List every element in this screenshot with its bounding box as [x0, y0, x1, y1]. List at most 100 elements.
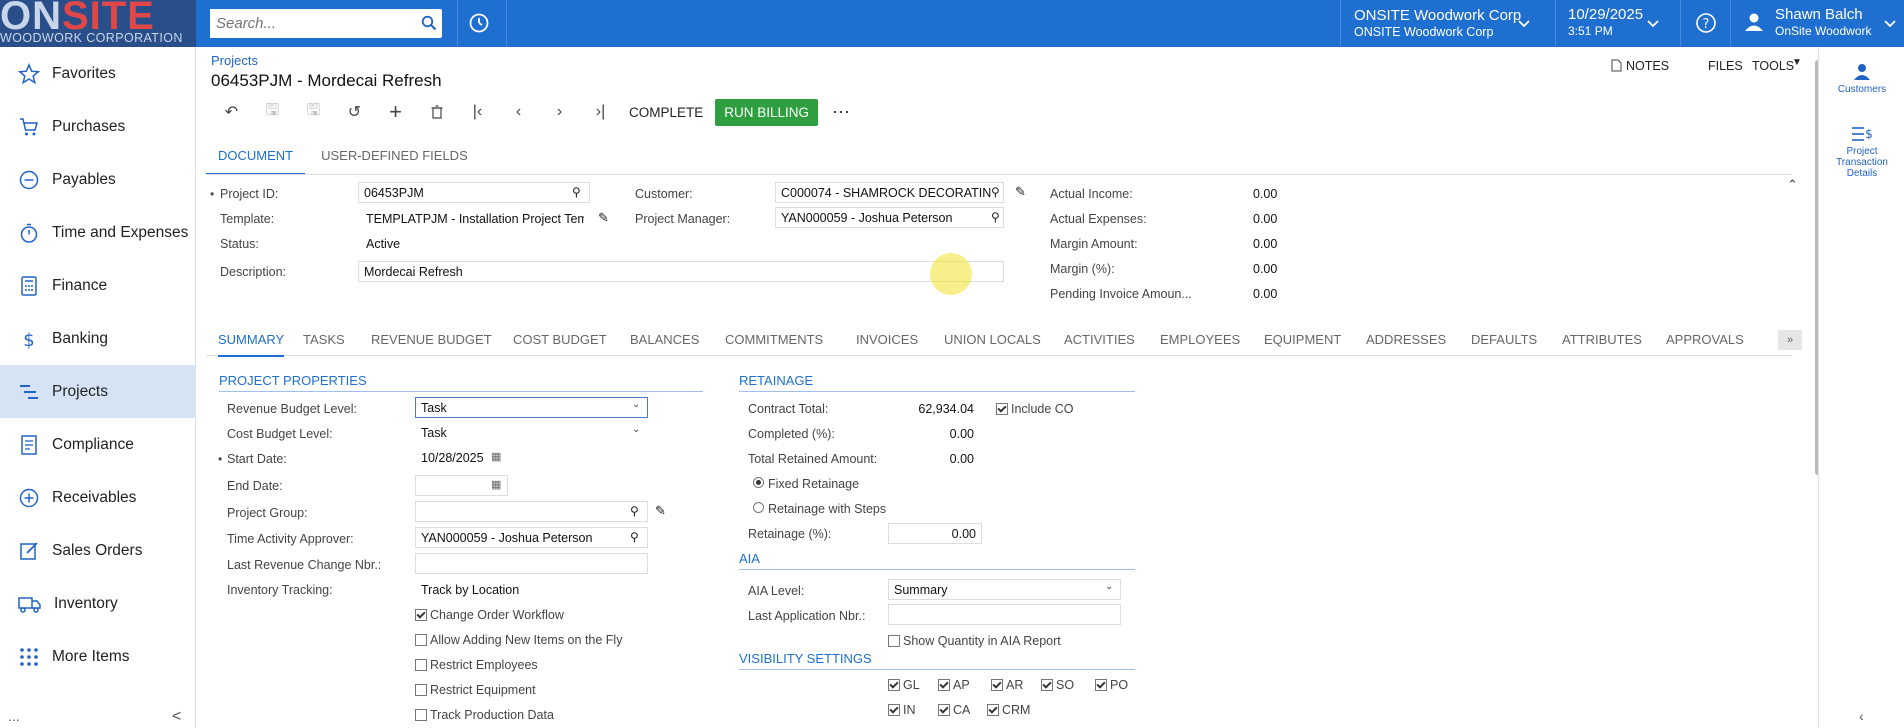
add-icon[interactable]: + — [375, 99, 416, 125]
collapse-header-icon[interactable]: ⌃ — [1787, 177, 1798, 193]
complete-button[interactable]: COMPLETE — [629, 105, 703, 120]
collapse-sidebar-icon[interactable]: < — [172, 708, 181, 726]
chevron-down-icon[interactable]: ⌄ — [632, 424, 640, 435]
notes-button[interactable]: NOTES — [1626, 59, 1669, 73]
search-icon[interactable]: ⚲ — [572, 185, 581, 199]
edit-icon[interactable]: ✎ — [1015, 184, 1026, 200]
tab-commitments[interactable]: COMMITMENTS — [725, 332, 823, 347]
tab-equipment[interactable]: EQUIPMENT — [1264, 332, 1341, 347]
tab-tasks[interactable]: TASKS — [303, 332, 345, 347]
run-billing-button[interactable]: RUN BILLING — [715, 98, 819, 126]
sidebar-item-banking[interactable]: $ Banking — [0, 312, 195, 365]
search-icon[interactable]: ⚲ — [630, 530, 639, 544]
change-order-workflow-checkbox[interactable] — [415, 609, 427, 621]
description-field[interactable]: Mordecai Refresh — [358, 261, 1004, 282]
sidebar-item-more-items[interactable]: More Items — [0, 630, 195, 683]
sidebar-item-payables[interactable]: Payables — [0, 153, 195, 206]
sidebar-item-inventory[interactable]: Inventory — [0, 577, 195, 630]
visibility-in-checkbox[interactable] — [888, 704, 900, 716]
search-icon[interactable] — [421, 15, 437, 31]
chevron-down-icon[interactable] — [1518, 20, 1530, 28]
calendar-icon[interactable]: ▦ — [491, 478, 501, 491]
customer-field[interactable]: C000074 - SHAMROCK DECORATIN — [775, 182, 1004, 203]
include-co-checkbox[interactable] — [996, 403, 1008, 415]
project-id-field[interactable]: 06453PJM — [358, 182, 590, 203]
tabs-scroll-right-icon[interactable]: » — [1778, 330, 1802, 350]
first-record-icon[interactable]: |‹ — [457, 99, 498, 125]
tab-revenue-budget[interactable]: REVENUE BUDGET — [371, 332, 492, 347]
track-production-checkbox[interactable] — [415, 709, 427, 721]
chevron-down-icon[interactable]: ⌄ — [632, 399, 640, 410]
last-revenue-change-field[interactable] — [415, 553, 648, 574]
time-activity-approver-field[interactable]: YAN000059 - Joshua Peterson — [415, 527, 648, 548]
history-icon[interactable] — [468, 12, 490, 34]
tab-addresses[interactable]: ADDRESSES — [1366, 332, 1446, 347]
company-logo[interactable]: ONSITE WOODWORK CORPORATION — [0, 0, 196, 47]
tab-cost-budget[interactable]: COST BUDGET — [513, 332, 607, 347]
sidebar-more-icon[interactable]: ... — [8, 708, 20, 724]
search-box[interactable] — [210, 9, 442, 38]
cost-budget-level-select[interactable]: Task — [415, 422, 648, 443]
save-close-icon[interactable]: 🖫 — [252, 99, 293, 125]
caret-down-icon[interactable]: ▼ — [1792, 57, 1802, 68]
visibility-ar-checkbox[interactable] — [991, 679, 1003, 691]
files-button[interactable]: FILES — [1708, 59, 1743, 73]
visibility-ap-checkbox[interactable] — [938, 679, 950, 691]
revenue-budget-level-select[interactable]: Task — [415, 397, 648, 418]
show-quantity-checkbox[interactable] — [888, 635, 900, 647]
sidebar-item-purchases[interactable]: Purchases — [0, 100, 195, 153]
aia-level-select[interactable]: Summary — [888, 579, 1121, 600]
collapse-panel-icon[interactable]: ‹ — [1859, 708, 1864, 724]
tab-activities[interactable]: ACTIVITIES — [1064, 332, 1135, 347]
retainage-steps-radio[interactable] — [753, 502, 764, 513]
sidebar-item-time-and-expenses[interactable]: Time and Expenses — [0, 206, 195, 259]
restrict-equipment-checkbox[interactable] — [415, 684, 427, 696]
sidebar-item-receivables[interactable]: Receivables — [0, 471, 195, 524]
tab-document[interactable]: DOCUMENT — [206, 148, 306, 175]
delete-icon[interactable] — [416, 99, 457, 125]
save-icon[interactable]: 🖫 — [293, 99, 334, 125]
visibility-po-checkbox[interactable] — [1095, 679, 1107, 691]
sidebar-item-compliance[interactable]: Compliance — [0, 418, 195, 471]
last-record-icon[interactable]: ›| — [580, 99, 621, 125]
tab-invoices[interactable]: INVOICES — [856, 332, 918, 347]
tab-attributes[interactable]: ATTRIBUTES — [1562, 332, 1642, 347]
calendar-icon[interactable]: ▦ — [491, 450, 501, 463]
chevron-down-icon[interactable] — [1647, 20, 1659, 28]
restrict-employees-checkbox[interactable] — [415, 659, 427, 671]
tab-balances[interactable]: BALANCES — [630, 332, 699, 347]
search-icon[interactable]: ⚲ — [991, 185, 1000, 199]
project-transaction-details-button[interactable]: $ Project Transaction Details — [1819, 125, 1904, 179]
inventory-tracking-value[interactable]: Track by Location — [421, 583, 519, 597]
project-manager-field[interactable]: YAN000059 - Joshua Peterson — [775, 207, 1004, 228]
fixed-retainage-radio[interactable] — [753, 477, 764, 488]
tab-employees[interactable]: EMPLOYEES — [1160, 332, 1240, 347]
edit-icon[interactable]: ✎ — [655, 503, 666, 519]
visibility-ca-checkbox[interactable] — [938, 704, 950, 716]
edit-icon[interactable]: ✎ — [598, 210, 609, 226]
tools-button[interactable]: TOOLS — [1752, 59, 1794, 73]
search-input[interactable] — [210, 9, 410, 38]
previous-record-icon[interactable]: ‹ — [498, 99, 539, 125]
undo-icon[interactable]: ↶ — [211, 99, 252, 125]
sidebar-item-projects[interactable]: Projects — [0, 365, 195, 418]
user-menu[interactable]: Shawn Balch OnSite Woodwork — [1775, 6, 1872, 40]
date-selector[interactable]: 10/29/2025 3:51 PM — [1568, 7, 1643, 39]
next-record-icon[interactable]: › — [539, 99, 580, 125]
allow-new-items-checkbox[interactable] — [415, 634, 427, 646]
visibility-gl-checkbox[interactable] — [888, 679, 900, 691]
more-actions-icon[interactable]: ⋯ — [832, 102, 851, 123]
chevron-down-icon[interactable] — [1884, 20, 1896, 28]
tab-union-locals[interactable]: UNION LOCALS — [944, 332, 1041, 347]
visibility-crm-checkbox[interactable] — [987, 704, 999, 716]
chevron-down-icon[interactable]: ⌄ — [1105, 581, 1113, 592]
tab-defaults[interactable]: DEFAULTS — [1471, 332, 1537, 347]
visibility-so-checkbox[interactable] — [1041, 679, 1053, 691]
template-field[interactable]: TEMPLATPJM - Installation Project Temp — [366, 212, 584, 226]
customers-panel-button[interactable]: Customers — [1819, 63, 1904, 95]
last-application-field[interactable] — [888, 604, 1121, 625]
retainage-pct-field[interactable]: 0.00 — [888, 523, 982, 544]
company-selector[interactable]: ONSITE Woodwork Corp ONSITE Woodwork Cor… — [1354, 8, 1521, 40]
user-icon[interactable] — [1744, 12, 1764, 32]
breadcrumb[interactable]: Projects — [211, 53, 258, 68]
